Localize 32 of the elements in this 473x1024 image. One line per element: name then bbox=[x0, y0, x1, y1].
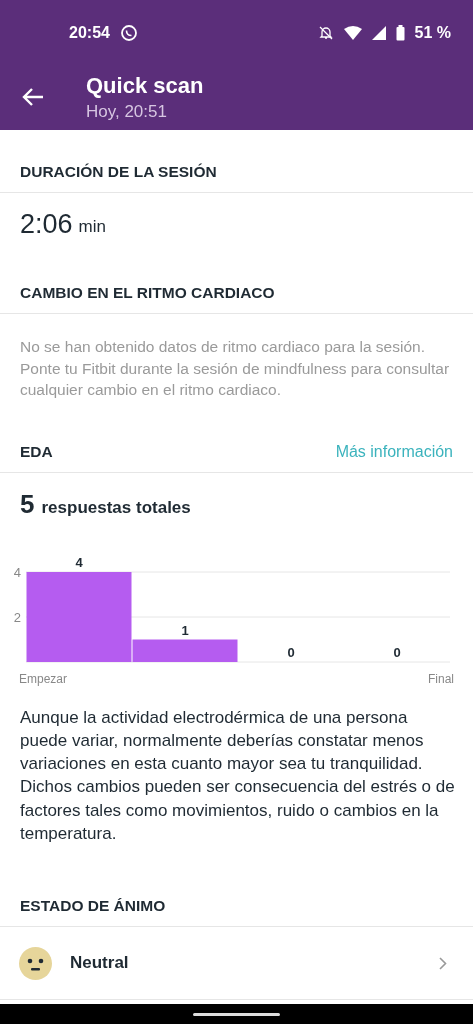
page-title: Quick scan bbox=[86, 72, 204, 100]
home-indicator[interactable] bbox=[193, 1012, 280, 1016]
section-heading: EDA bbox=[20, 442, 53, 461]
section-heading: ESTADO DE ÁNIMO bbox=[20, 897, 166, 916]
section-heading: DURACIÓN DE LA SESIÓN bbox=[20, 163, 217, 181]
section-heading: CAMBIO EN EL RITMO CARDIACO bbox=[20, 284, 275, 302]
duration-value: 2:06 bbox=[20, 208, 73, 240]
bar-value: 0 bbox=[287, 644, 295, 660]
axis-label: 4 bbox=[13, 564, 21, 580]
battery-icon bbox=[395, 25, 405, 41]
bar-value: 1 bbox=[181, 622, 189, 637]
chevron-right-icon bbox=[439, 956, 447, 970]
neutral-face-icon bbox=[19, 946, 52, 980]
axis-label: Final bbox=[428, 671, 454, 686]
axis-label: 2 bbox=[13, 609, 21, 625]
response-count: 5 bbox=[20, 488, 35, 520]
eda-description: Aunque la actividad electrodérmica de una persona puede variar, normalmente deberías constatar menos variaciones en esta cuanto mayor sea tu tranquilidad. Dichos cambios pueden ser consecuencia del estrés o de factores tales como movimientos, ruido o cambios en la temperatura. bbox=[19, 706, 456, 845]
chat-icon bbox=[119, 24, 138, 42]
no-data-message: No se han obtenido datos de ritmo cardiaco para la sesión. Ponte tu Fitbit durante la sesión de mindfulness para consultar cualquier cambio en el ritmo cardiaco. bbox=[19, 337, 451, 400]
bar-value: 4 bbox=[75, 554, 83, 570]
response-count-label: respuestas totales bbox=[41, 497, 191, 518]
wifi-icon bbox=[343, 26, 362, 40]
axis-label: Empezar bbox=[19, 671, 68, 686]
battery-percent: 51 % bbox=[414, 24, 451, 42]
bar-value: 0 bbox=[393, 644, 401, 660]
page-subtitle: Hoy, 20:51 bbox=[86, 101, 168, 123]
mood-row[interactable]: Neutral bbox=[0, 927, 473, 1001]
bell-off-icon bbox=[317, 25, 334, 41]
back-arrow-icon[interactable] bbox=[22, 87, 44, 107]
status-time: 20:54 bbox=[69, 24, 110, 42]
duration-unit: min bbox=[78, 217, 106, 237]
signal-icon bbox=[371, 26, 386, 40]
